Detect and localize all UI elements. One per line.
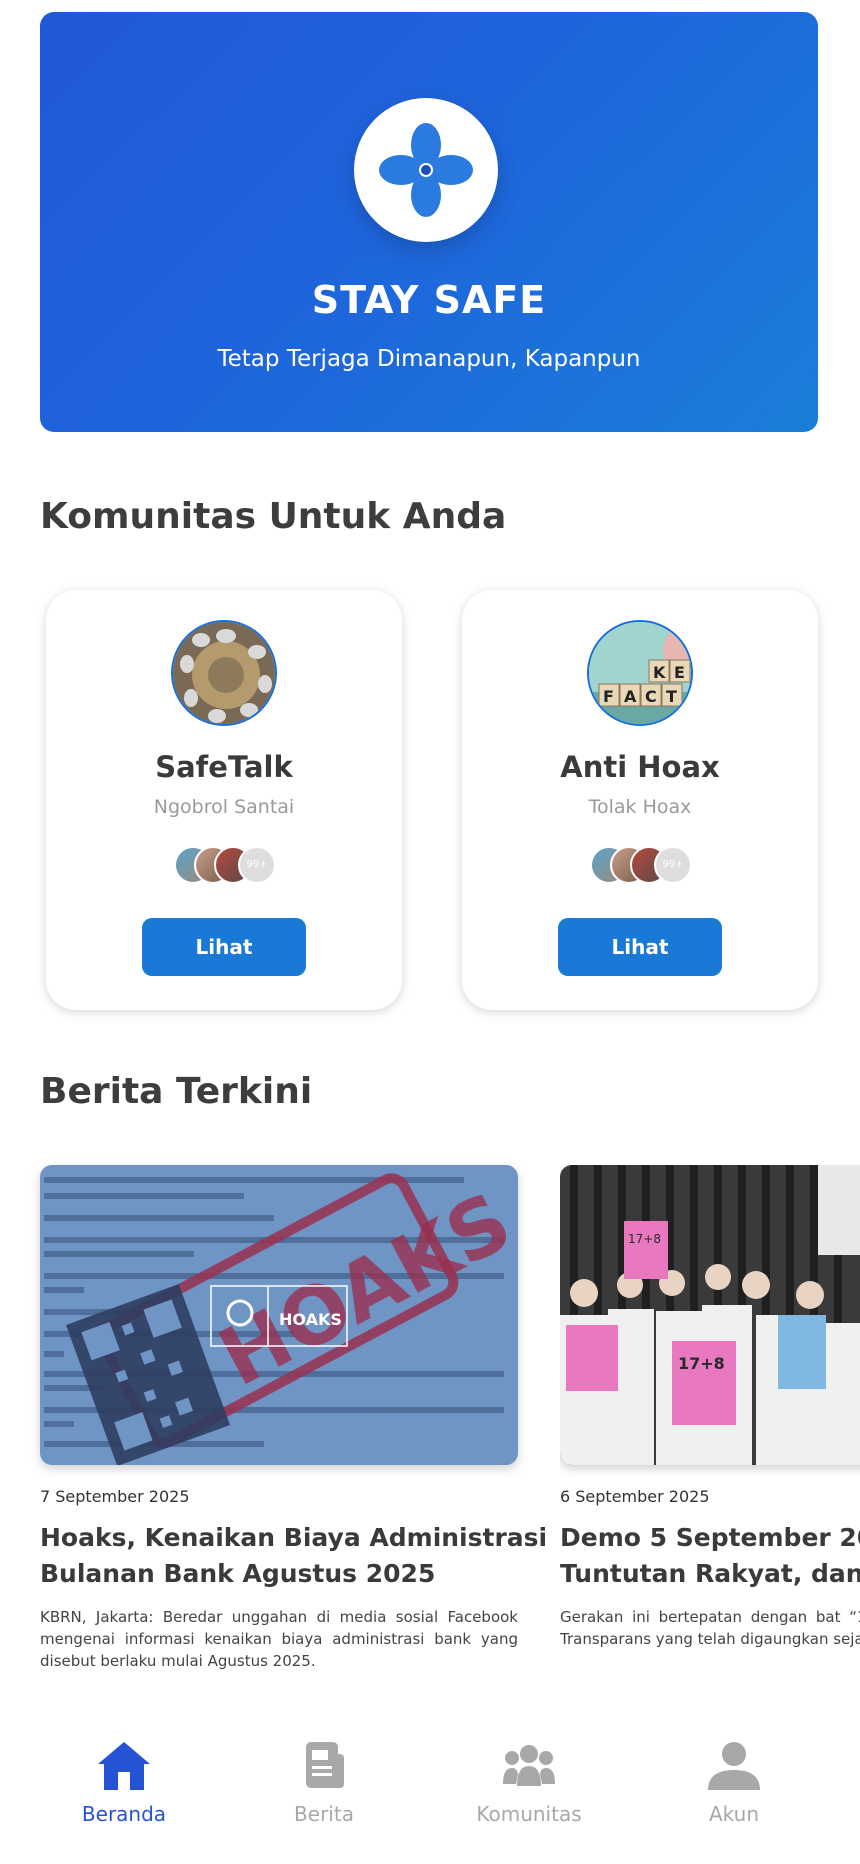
view-community-button[interactable]: Lihat: [142, 918, 306, 976]
news-title-line: Tuntutan Rakyat, dan Tit: [560, 1559, 860, 1588]
community-name: Anti Hoax: [560, 750, 720, 784]
community-name: SafeTalk: [155, 750, 293, 784]
hero-banner: STAY SAFE Tetap Terjaga Dimanapun, Kapan…: [40, 12, 818, 432]
news-thumbnail: 17+8 17+8: [560, 1165, 860, 1465]
community-description: Tolak Hoax: [588, 796, 692, 818]
hoaks-badge-label: HOAKS: [279, 1310, 342, 1329]
member-avatars: 99+: [590, 846, 694, 886]
tab-beranda[interactable]: Beranda: [44, 1740, 204, 1826]
news-thumbnail: HOAKS HOAKS: [40, 1165, 518, 1465]
four-petal-flower-icon: [379, 123, 473, 217]
member-count-badge: 99+: [654, 846, 692, 884]
bottom-tab-bar: Beranda Berita Komunitas Akun: [0, 1720, 860, 1864]
home-icon: [98, 1742, 150, 1790]
tab-berita[interactable]: Berita: [244, 1740, 404, 1826]
news-title-line: Bulanan Bank Agustus 2025: [40, 1559, 436, 1588]
svg-text:F: F: [603, 687, 614, 706]
news-title-line: Demo 5 September 2025: [560, 1523, 860, 1552]
poster-text: 17+8: [628, 1232, 661, 1246]
news-date: 7 September 2025: [40, 1487, 190, 1506]
communities-section-title: Komunitas Untuk Anda: [40, 496, 507, 537]
news-card[interactable]: HOAKS HOAKS 7 September 2025 Hoaks, Kena…: [40, 1165, 548, 1672]
community-description: Ngobrol Santai: [153, 796, 295, 818]
tab-akun[interactable]: Akun: [654, 1740, 814, 1826]
tab-komunitas[interactable]: Komunitas: [449, 1740, 609, 1826]
hero-subtitle: Tetap Terjaga Dimanapun, Kapanpun: [217, 346, 641, 372]
app-logo: [354, 98, 498, 242]
tab-label: Akun: [709, 1802, 759, 1826]
poster-text: 17+8: [678, 1354, 725, 1373]
group-icon: [503, 1745, 555, 1786]
newspaper-icon: [306, 1742, 344, 1788]
community-card-anti-hoax: FACT KE Anti Hoax Tolak Hoax 99+ Lihat: [462, 590, 818, 1010]
svg-text:K: K: [653, 663, 666, 682]
news-title-line: Hoaks, Kenaikan Biaya Administrasi: [40, 1523, 548, 1552]
community-avatar: [171, 620, 277, 726]
tab-label: Beranda: [81, 1802, 167, 1826]
svg-text:C: C: [645, 687, 657, 706]
member-avatars: 99+: [174, 846, 278, 886]
news-title: Hoaks, Kenaikan Biaya Administrasi Bulan…: [40, 1520, 548, 1592]
svg-text:E: E: [674, 663, 685, 682]
svg-text:A: A: [624, 687, 637, 706]
hero-title: STAY SAFE: [311, 278, 547, 322]
news-excerpt: KBRN, Jakarta: Beredar unggahan di media…: [40, 1608, 518, 1670]
user-icon: [708, 1742, 760, 1790]
tab-label: Berita: [294, 1802, 354, 1826]
tab-label: Komunitas: [476, 1802, 582, 1826]
news-excerpt: Gerakan ini bertepatan dengan bat “17+8 …: [560, 1608, 860, 1648]
view-community-button[interactable]: Lihat: [558, 918, 722, 976]
community-avatar: FACT KE: [587, 620, 693, 726]
news-date: 6 September 2025: [560, 1487, 710, 1506]
community-card-safetalk: SafeTalk Ngobrol Santai 99+ Lihat: [46, 590, 402, 1010]
news-title: Demo 5 September 2025 Tuntutan Rakyat, d…: [560, 1520, 860, 1592]
news-card[interactable]: 17+8 17+8 6 September 2025 Demo 5 Septem…: [560, 1165, 860, 1650]
member-count-badge: 99+: [238, 846, 276, 884]
news-section-title: Berita Terkini: [40, 1071, 313, 1112]
svg-text:T: T: [666, 687, 677, 706]
